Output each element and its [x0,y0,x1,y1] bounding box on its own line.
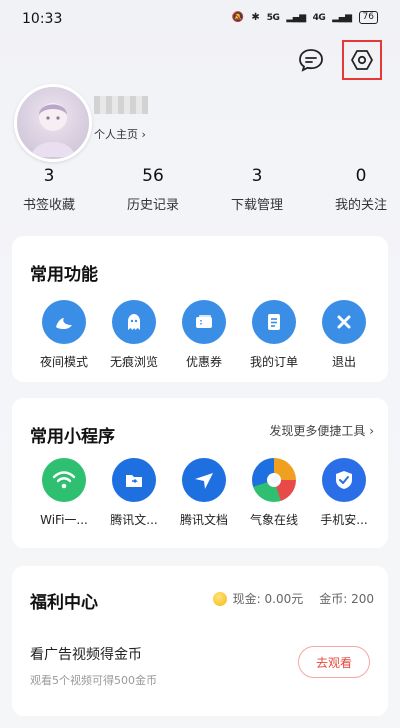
func-label: 无痕浏览 [109,355,158,369]
coin-icon [212,591,227,606]
mini-wifi[interactable]: WiFi一... [29,458,99,528]
wifi-icon [42,458,86,502]
func-label: 夜间模式 [39,355,88,369]
func-exit[interactable]: 退出 [309,300,379,370]
coupon-icon [182,300,226,344]
stat-label: 历史记录 [126,198,179,213]
mini-tencent-folder[interactable]: 腾讯文... [99,458,169,528]
signal-label-b: 4G [312,12,326,23]
stat-bookmarks[interactable]: 3 书签收藏 [4,166,94,213]
battery-level: 76 [358,11,378,24]
mini-label: 手机安... [320,513,368,527]
wifi-signal-icon: ▂▄▆ [332,12,352,23]
mini-label: 腾讯文... [110,513,158,527]
coin-info: 现金: 0.00元 金币: 200 [212,590,374,607]
functions-card: 常用功能 夜间模式 无痕浏览 优惠券 我的订单 退出 [12,236,388,382]
stat-follows[interactable]: 0 我的关注 [316,166,400,213]
weather-icon [252,458,296,502]
welfare-card: 福利中心 现金: 0.00元 金币: 200 看广告视频得金币 观看5个视频可得… [12,566,388,716]
func-orders[interactable]: 我的订单 [239,300,309,370]
task-subtitle: 观看5个视频可得500金币 [30,674,157,687]
watch-ad-button[interactable]: 去观看 [298,646,370,678]
phone-security-icon [322,458,366,502]
message-bubble-icon[interactable] [294,43,328,77]
exit-icon [322,300,366,344]
signal-label-a: 5G [266,12,280,23]
username-blurred [94,96,148,114]
stat-value: 0 [355,166,367,186]
more-tools-link[interactable]: 发现更多便捷工具 › [269,422,374,439]
mini-label: WiFi一... [40,513,88,527]
func-label: 退出 [331,355,356,369]
stats-row: 3 书签收藏 56 历史记录 3 下载管理 0 我的关注 [0,166,400,216]
profile-section: 个人主页 › [14,84,374,162]
func-coupon[interactable]: 优惠券 [169,300,239,370]
task-title: 看广告视频得金币 [30,647,142,663]
status-bar: 10:33 🔕 ✱ 5G ▂▄▆ 4G ▂▄▆ 76 [0,0,400,36]
stat-label: 书签收藏 [22,198,75,213]
mini-phone-security[interactable]: 手机安... [309,458,379,528]
functions-title: 常用功能 [30,265,98,285]
mini-tencent-docs[interactable]: 腾讯文档 [169,458,239,528]
mini-programs-title: 常用小程序 [30,427,115,447]
coin-label: 金币: 200 [319,592,374,606]
status-icons: 🔕 ✱ 5G ▂▄▆ 4G ▂▄▆ 76 [232,11,378,24]
bluetooth-icon: ✱ [251,12,260,23]
stat-value: 3 [43,166,55,186]
status-time: 10:33 [22,11,63,27]
signal-icon: ▂▄▆ [286,12,306,23]
mute-icon: 🔕 [231,12,245,23]
stat-label: 我的关注 [334,198,387,213]
settings-hexagon-icon[interactable] [342,40,382,80]
stat-history[interactable]: 56 历史记录 [108,166,198,213]
func-label: 优惠券 [185,355,222,369]
func-incognito[interactable]: 无痕浏览 [99,300,169,370]
incognito-icon [112,300,156,344]
welfare-title: 福利中心 [30,593,98,613]
func-label: 我的订单 [249,355,298,369]
mini-label: 腾讯文档 [179,513,228,527]
order-icon [252,300,296,344]
folder-icon [112,458,156,502]
night-mode-icon [42,300,86,344]
func-night-mode[interactable]: 夜间模式 [29,300,99,370]
mini-programs-card: 常用小程序 发现更多便捷工具 › WiFi一... 腾讯文... 腾讯文档 气象… [12,398,388,548]
homepage-link[interactable]: 个人主页 › [94,126,146,142]
top-actions [294,40,382,80]
mini-weather[interactable]: 气象在线 [239,458,309,528]
stat-value: 3 [251,166,263,186]
cash-label: 现金: 0.00元 [232,592,304,606]
stat-value: 56 [142,166,164,186]
mini-label: 气象在线 [249,513,298,527]
tencent-docs-icon [182,458,226,502]
avatar[interactable] [14,84,92,162]
stat-label: 下载管理 [230,198,283,213]
stat-downloads[interactable]: 3 下载管理 [212,166,302,213]
